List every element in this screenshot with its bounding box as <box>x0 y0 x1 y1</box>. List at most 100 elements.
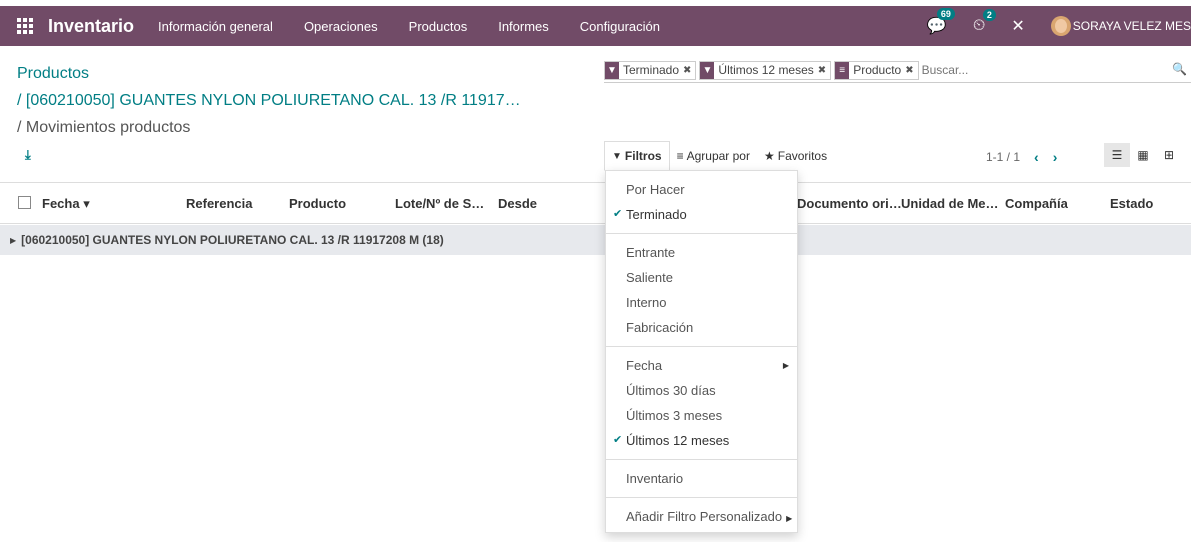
filter-fecha[interactable]: Fecha ▶ <box>606 353 797 378</box>
menu-configuracion[interactable]: Configuración <box>580 19 660 34</box>
breadcrumb-product[interactable]: / [060210050] GUANTES NYLON POLIURETANO … <box>17 87 521 114</box>
filter-label: Últimos 3 meses <box>626 408 723 423</box>
view-switcher: ☰ ▦ ⊞ <box>1104 143 1182 167</box>
column-label: Fecha <box>42 196 80 211</box>
filter-label: Terminado <box>626 207 687 222</box>
filter-icon: ▼ <box>700 61 715 79</box>
app-title[interactable]: Inventario <box>48 16 134 37</box>
facet-ultimos-12-meses[interactable]: ▼ Últimos 12 meses ✖ <box>699 60 832 80</box>
column-producto[interactable]: Producto <box>289 196 346 211</box>
filter-entrante[interactable]: Entrante <box>606 240 797 265</box>
pivot-view-icon[interactable]: ⊞ <box>1156 143 1182 167</box>
user-name[interactable]: SORAYA VELEZ MES <box>1073 19 1191 33</box>
caret-right-icon: ▶ <box>786 514 793 523</box>
column-referencia[interactable]: Referencia <box>186 196 252 211</box>
filter-interno[interactable]: Interno <box>606 290 797 315</box>
column-estado[interactable]: Estado <box>1110 196 1153 211</box>
remove-facet-icon[interactable]: ✖ <box>818 65 830 76</box>
filter-ultimos-12-meses[interactable]: ✔ Últimos 12 meses <box>606 428 797 453</box>
filter-label: Últimos 12 meses <box>626 433 730 448</box>
debug-tools-icon[interactable]: ✕ <box>1011 16 1024 36</box>
search-input[interactable] <box>921 61 1152 79</box>
facet-terminado[interactable]: ▼ Terminado ✖ <box>604 60 697 80</box>
filters-dropdown: Por Hacer ✔ Terminado Entrante Saliente I… <box>605 170 798 533</box>
download-icon[interactable]: ⤓ <box>25 147 31 163</box>
kanban-view-icon[interactable]: ▦ <box>1130 143 1156 167</box>
menu-informacion-general[interactable]: Información general <box>158 19 273 34</box>
breadcrumb-current: / Movimientos productos <box>17 119 191 136</box>
menu-informes[interactable]: Informes <box>498 19 549 34</box>
activity-icon[interactable]: ⏲ 2 <box>973 9 996 35</box>
filter-fabricacion[interactable]: Fabricación <box>606 315 797 340</box>
divider <box>606 346 797 347</box>
pager: 1-1 / 1 ‹ › <box>986 149 1057 165</box>
caret-right-icon: ▶ <box>782 361 789 370</box>
divider <box>606 497 797 498</box>
breadcrumb-productos[interactable]: Productos <box>17 60 521 87</box>
filter-label: Interno <box>626 295 667 310</box>
facet-label: Terminado <box>623 63 680 77</box>
filter-label: Añadir Filtro Personalizado <box>626 509 783 524</box>
filter-saliente[interactable]: Saliente <box>606 265 797 290</box>
chat-icon[interactable]: 💬 69 <box>927 8 955 36</box>
apps-menu-icon[interactable] <box>14 15 36 37</box>
column-unidad-medida[interactable]: Unidad de Me… <box>901 196 999 211</box>
caret-right-icon: ▶ <box>10 235 17 245</box>
column-lote[interactable]: Lote/Nº de S… <box>395 196 484 211</box>
pager-previous-icon[interactable]: ‹ <box>1034 149 1039 165</box>
column-fecha[interactable]: Fecha ▾ <box>42 196 90 212</box>
filter-ultimos-3-meses[interactable]: Últimos 3 meses <box>606 403 797 428</box>
column-compania[interactable]: Compañía <box>1005 196 1068 211</box>
avatar[interactable] <box>1050 16 1071 36</box>
search-icon[interactable]: 🔍 <box>1172 62 1187 76</box>
menu-productos[interactable]: Productos <box>409 19 468 34</box>
star-icon: ★ <box>763 149 775 163</box>
groupby-button[interactable]: ≡ Agrupar por <box>670 141 757 171</box>
filter-label: Por Hacer <box>626 182 685 197</box>
filter-por-hacer[interactable]: Por Hacer <box>606 177 797 202</box>
group-label: [060210050] GUANTES NYLON POLIURETANO CA… <box>21 233 444 247</box>
groupby-icon: ≡ <box>676 149 684 163</box>
pager-next-icon[interactable]: › <box>1053 149 1058 165</box>
filter-label: Fabricación <box>626 320 694 335</box>
top-navbar: Inventario Información general Operacion… <box>0 0 1191 46</box>
filter-ultimos-30-dias[interactable]: Últimos 30 días <box>606 378 797 403</box>
table-header: Fecha ▾ Referencia Producto Lote/Nº de S… <box>0 182 1191 224</box>
groupby-label: Agrupar por <box>686 149 750 163</box>
table-group-row[interactable]: ▶ [060210050] GUANTES NYLON POLIURETANO … <box>0 225 1191 255</box>
filter-inventario[interactable]: Inventario <box>606 466 797 491</box>
pager-value[interactable]: 1-1 / 1 <box>986 150 1020 164</box>
filter-label: Entrante <box>626 245 676 260</box>
divider <box>606 233 797 234</box>
filter-icon: ▼ <box>612 150 622 162</box>
check-icon: ✔ <box>613 208 623 220</box>
sort-down-icon: ▾ <box>83 196 90 211</box>
filters-label: Filtros <box>624 149 662 163</box>
facet-label: Últimos 12 meses <box>718 63 814 77</box>
divider <box>606 459 797 460</box>
filter-label: Inventario <box>626 471 684 486</box>
remove-facet-icon[interactable]: ✖ <box>905 65 917 76</box>
search-panel-toolbar: ▼ Filtros ≡ Agrupar por ★ Favoritos <box>604 141 834 171</box>
favorites-button[interactable]: ★ Favoritos <box>757 141 834 171</box>
list-view-icon[interactable]: ☰ <box>1104 143 1130 167</box>
search-bar: ▼ Terminado ✖ ▼ Últimos 12 meses ✖ ≡ Pro… <box>604 58 1191 83</box>
filters-button[interactable]: ▼ Filtros <box>604 141 670 171</box>
filter-label: Fecha <box>626 358 663 373</box>
breadcrumb: Productos / [060210050] GUANTES NYLON PO… <box>17 60 521 141</box>
add-custom-filter[interactable]: Añadir Filtro Personalizado ▶ <box>606 504 797 529</box>
groupby-icon: ≡ <box>835 61 850 79</box>
select-all-checkbox[interactable] <box>18 196 31 209</box>
filter-label: Saliente <box>626 270 673 285</box>
filter-icon: ▼ <box>605 61 619 79</box>
chat-badge: 69 <box>936 8 955 20</box>
menu-operaciones[interactable]: Operaciones <box>304 19 378 34</box>
column-documento-origen[interactable]: Documento ori… <box>797 196 902 211</box>
remove-facet-icon[interactable]: ✖ <box>683 65 695 76</box>
check-icon: ✔ <box>613 434 623 446</box>
column-desde[interactable]: Desde <box>498 196 537 211</box>
filter-terminado[interactable]: ✔ Terminado <box>606 202 797 227</box>
facet-producto[interactable]: ≡ Producto ✖ <box>834 60 919 80</box>
filter-label: Últimos 30 días <box>626 383 716 398</box>
decorative-glyph <box>1149 442 1168 526</box>
